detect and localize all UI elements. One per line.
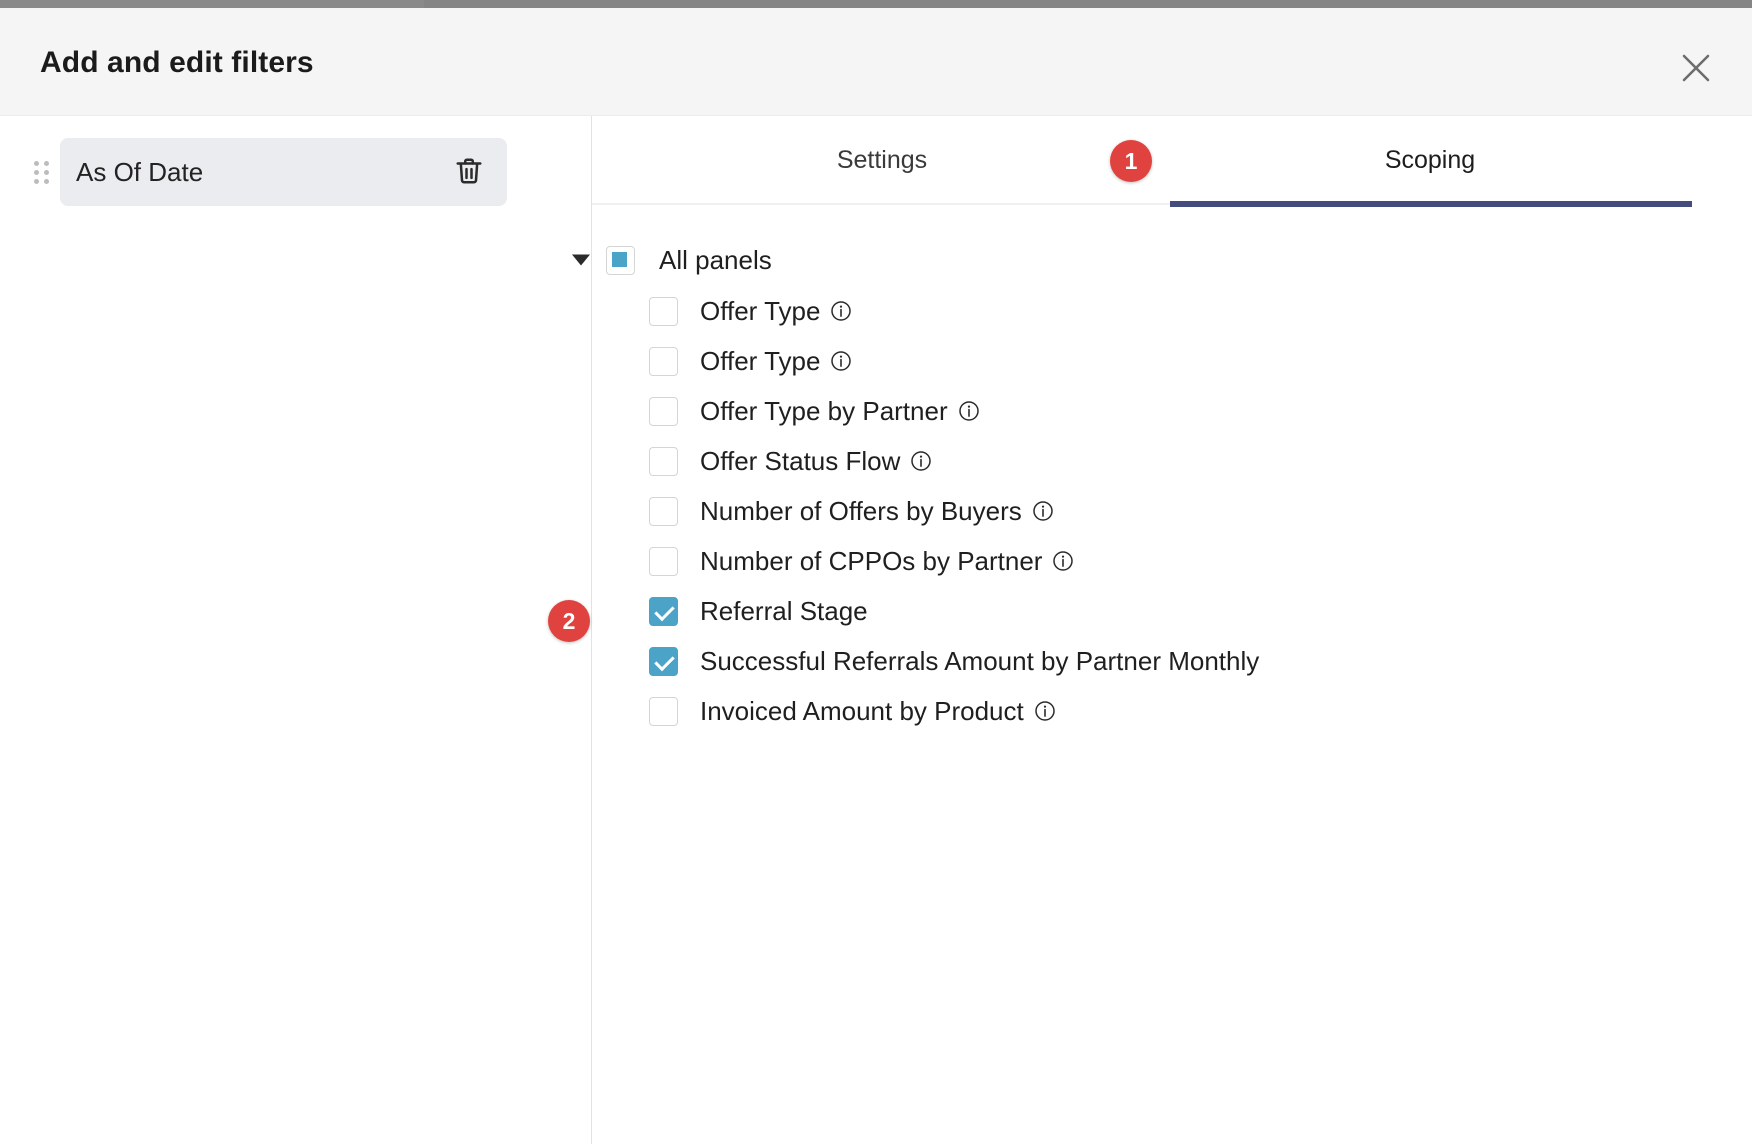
- info-icon[interactable]: [910, 450, 932, 472]
- scoping-panel-tree: 2 All panels Offer Type: [592, 234, 1752, 736]
- tree-row-panel[interactable]: Number of CPPOs by Partner: [592, 536, 1752, 586]
- info-icon[interactable]: [958, 400, 980, 422]
- tree-row-panel[interactable]: Referral Stage: [592, 586, 1752, 636]
- dialog-title: Add and edit filters: [40, 46, 314, 80]
- panel-checkbox[interactable]: [649, 597, 678, 626]
- tree-row-panel[interactable]: Offer Status Flow: [592, 436, 1752, 486]
- annotation-badge-1: 1: [1110, 140, 1152, 182]
- panel-checkbox[interactable]: [649, 497, 678, 526]
- close-button[interactable]: [1668, 40, 1724, 96]
- checkbox-all-panels[interactable]: [606, 246, 635, 275]
- panel-checkbox[interactable]: [649, 547, 678, 576]
- dialog-header: Add and edit filters: [0, 8, 1752, 116]
- panel-label: Number of Offers by Buyers: [700, 496, 1022, 527]
- filter-chip-as-of-date[interactable]: As Of Date: [60, 138, 507, 206]
- panel-label: Offer Type by Partner: [700, 396, 948, 427]
- tree-row-panel[interactable]: Successful Referrals Amount by Partner M…: [592, 636, 1752, 686]
- info-icon[interactable]: [830, 350, 852, 372]
- panel-checkbox[interactable]: [649, 347, 678, 376]
- filter-list-item[interactable]: As Of Date: [0, 138, 560, 206]
- panel-checkbox[interactable]: [649, 297, 678, 326]
- tree-row-panel[interactable]: Number of Offers by Buyers: [592, 486, 1752, 536]
- filter-detail-panel: Settings Scoping 1 2 All panels Offer Ty…: [592, 116, 1752, 1144]
- window-top-strip: [0, 0, 1752, 8]
- add-edit-filters-dialog: Add and edit filters As Of Date: [0, 0, 1752, 1144]
- tree-row-panel[interactable]: Offer Type: [592, 336, 1752, 386]
- panel-label: Invoiced Amount by Product: [700, 696, 1024, 727]
- dialog-body: As Of Date: [0, 116, 1752, 1144]
- panel-label: Offer Type: [700, 346, 820, 377]
- panel-checkbox[interactable]: [649, 647, 678, 676]
- chevron-down-icon[interactable]: [572, 255, 590, 266]
- tab-settings[interactable]: Settings: [652, 116, 1112, 204]
- info-icon[interactable]: [1032, 500, 1054, 522]
- close-icon: [1679, 51, 1713, 85]
- panel-label: Referral Stage: [700, 596, 868, 627]
- panel-label: Number of CPPOs by Partner: [700, 546, 1042, 577]
- drag-handle-dots: [34, 161, 49, 184]
- info-icon[interactable]: [830, 300, 852, 322]
- tree-label-all-panels: All panels: [659, 245, 772, 276]
- active-tab-indicator: [1170, 201, 1692, 207]
- annotation-badge-2: 2: [548, 600, 590, 642]
- trash-icon: [454, 156, 484, 189]
- panel-label: Successful Referrals Amount by Partner M…: [700, 646, 1259, 677]
- tree-row-all-panels[interactable]: All panels: [592, 234, 1752, 286]
- tree-row-panel[interactable]: Offer Type: [592, 286, 1752, 336]
- panel-checkbox[interactable]: [649, 697, 678, 726]
- tree-row-panel[interactable]: Invoiced Amount by Product: [592, 686, 1752, 736]
- tab-scoping[interactable]: Scoping: [1170, 116, 1690, 204]
- filters-list-panel: As Of Date: [0, 116, 591, 1144]
- delete-filter-button[interactable]: [449, 152, 489, 192]
- info-icon[interactable]: [1052, 550, 1074, 572]
- drag-handle-icon[interactable]: [30, 138, 52, 206]
- window-top-strip-segment: [0, 0, 424, 8]
- filter-chip-label: As Of Date: [76, 157, 203, 188]
- tab-bar: Settings Scoping 1: [592, 116, 1752, 206]
- panel-checkbox[interactable]: [649, 447, 678, 476]
- panel-label: Offer Type: [700, 296, 820, 327]
- panel-checkbox[interactable]: [649, 397, 678, 426]
- panel-label: Offer Status Flow: [700, 446, 900, 477]
- tree-row-panel[interactable]: Offer Type by Partner: [592, 386, 1752, 436]
- info-icon[interactable]: [1034, 700, 1056, 722]
